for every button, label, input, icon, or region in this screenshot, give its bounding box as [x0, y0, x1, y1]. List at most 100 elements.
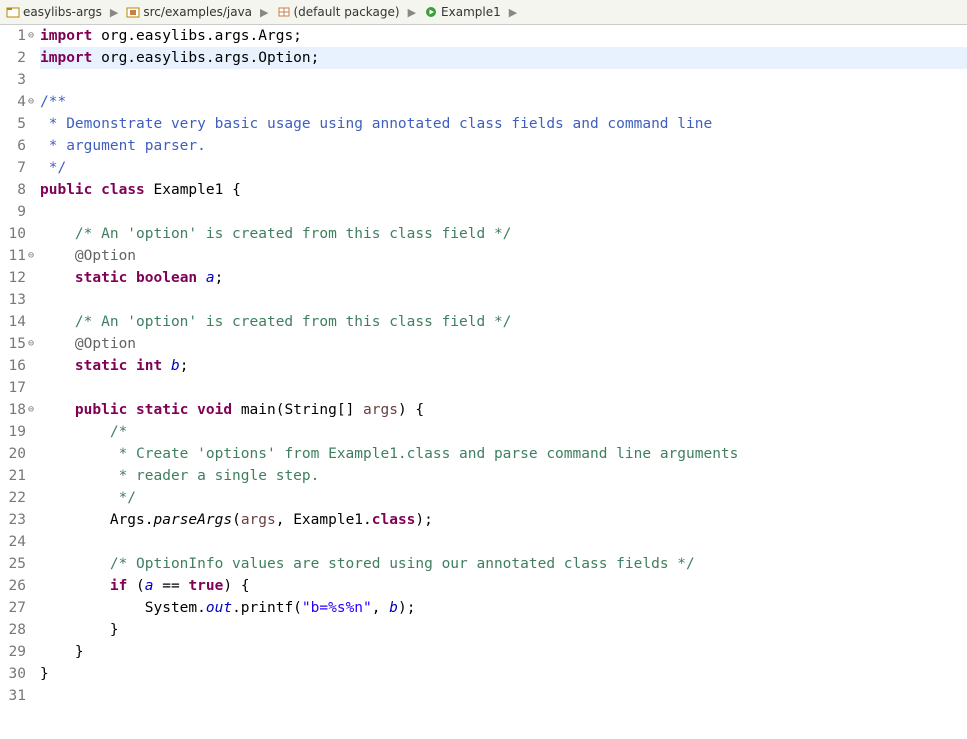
code-line[interactable]: static boolean a; — [40, 267, 967, 289]
code-line[interactable] — [40, 289, 967, 311]
breadcrumb-label: Example1 — [441, 5, 501, 19]
fold-toggle — [28, 47, 38, 69]
fold-toggle — [28, 465, 38, 487]
line-number: 31 — [0, 685, 28, 707]
class-run-icon — [424, 5, 438, 19]
fold-toggle — [28, 377, 38, 399]
code-line[interactable]: /* OptionInfo values are stored using ou… — [40, 553, 967, 575]
code-line[interactable]: @Option — [40, 245, 967, 267]
line-number: 21 — [0, 465, 28, 487]
line-number: 20 — [0, 443, 28, 465]
project-icon — [6, 5, 20, 19]
code-line[interactable]: public class Example1 { — [40, 179, 967, 201]
breadcrumb: easylibs-args ▶ src/examples/java ▶ (def… — [0, 0, 967, 25]
fold-toggle[interactable]: ⊖ — [28, 25, 38, 47]
fold-toggle — [28, 201, 38, 223]
line-number: 12 — [0, 267, 28, 289]
line-number: 9 — [0, 201, 28, 223]
code-line[interactable]: /* — [40, 421, 967, 443]
fold-toggle — [28, 69, 38, 91]
code-line[interactable]: * reader a single step. — [40, 465, 967, 487]
code-line[interactable]: System.out.printf("b=%s%n", b); — [40, 597, 967, 619]
code-line[interactable]: public static void main(String[] args) { — [40, 399, 967, 421]
fold-toggle — [28, 597, 38, 619]
code-line[interactable]: import org.easylibs.args.Option; — [40, 47, 967, 69]
line-number: 22 — [0, 487, 28, 509]
fold-toggle — [28, 157, 38, 179]
code-line[interactable] — [40, 69, 967, 91]
line-number: 28 — [0, 619, 28, 641]
line-number: 19 — [0, 421, 28, 443]
line-number: 5 — [0, 113, 28, 135]
breadcrumb-class[interactable]: Example1 — [424, 5, 501, 19]
line-number: 30 — [0, 663, 28, 685]
breadcrumb-label: easylibs-args — [23, 5, 102, 19]
breadcrumb-label: (default package) — [294, 5, 400, 19]
line-number: 15 — [0, 333, 28, 355]
line-number-gutter: 1234567891011121314151617181920212223242… — [0, 25, 28, 707]
code-line[interactable] — [40, 377, 967, 399]
src-folder-icon — [126, 5, 140, 19]
chevron-right-icon: ▶ — [404, 6, 420, 19]
line-number: 27 — [0, 597, 28, 619]
fold-toggle[interactable]: ⊖ — [28, 333, 38, 355]
fold-toggle — [28, 267, 38, 289]
line-number: 8 — [0, 179, 28, 201]
code-line[interactable]: } — [40, 641, 967, 663]
breadcrumb-src-folder[interactable]: src/examples/java — [126, 5, 252, 19]
code-line[interactable]: /** — [40, 91, 967, 113]
chevron-right-icon: ▶ — [256, 6, 272, 19]
fold-toggle — [28, 487, 38, 509]
line-number: 17 — [0, 377, 28, 399]
breadcrumb-label: src/examples/java — [143, 5, 252, 19]
code-line[interactable] — [40, 531, 967, 553]
chevron-right-icon: ▶ — [505, 6, 521, 19]
code-line[interactable]: * Create 'options' from Example1.class a… — [40, 443, 967, 465]
code-line[interactable]: @Option — [40, 333, 967, 355]
code-line[interactable]: } — [40, 663, 967, 685]
line-number: 3 — [0, 69, 28, 91]
chevron-right-icon: ▶ — [106, 6, 122, 19]
fold-toggle — [28, 509, 38, 531]
code-line[interactable]: */ — [40, 487, 967, 509]
fold-toggle[interactable]: ⊖ — [28, 245, 38, 267]
code-area[interactable]: import org.easylibs.args.Args;import org… — [38, 25, 967, 707]
code-editor[interactable]: 1234567891011121314151617181920212223242… — [0, 25, 967, 707]
fold-toggle[interactable]: ⊖ — [28, 399, 38, 421]
code-line[interactable] — [40, 201, 967, 223]
line-number: 1 — [0, 25, 28, 47]
code-line[interactable]: if (a == true) { — [40, 575, 967, 597]
line-number: 23 — [0, 509, 28, 531]
line-number: 11 — [0, 245, 28, 267]
fold-toggle[interactable]: ⊖ — [28, 91, 38, 113]
fold-toggle — [28, 531, 38, 553]
line-number: 14 — [0, 311, 28, 333]
line-number: 4 — [0, 91, 28, 113]
fold-toggle — [28, 135, 38, 157]
code-line[interactable]: } — [40, 619, 967, 641]
line-number: 7 — [0, 157, 28, 179]
code-line[interactable]: static int b; — [40, 355, 967, 377]
package-icon — [277, 5, 291, 19]
fold-toggle — [28, 663, 38, 685]
fold-toggle — [28, 289, 38, 311]
line-number: 6 — [0, 135, 28, 157]
code-line[interactable]: /* An 'option' is created from this clas… — [40, 223, 967, 245]
code-line[interactable]: * argument parser. — [40, 135, 967, 157]
line-number: 25 — [0, 553, 28, 575]
code-line[interactable] — [40, 685, 967, 707]
line-number: 16 — [0, 355, 28, 377]
code-line[interactable]: Args.parseArgs(args, Example1.class); — [40, 509, 967, 531]
fold-toggle — [28, 443, 38, 465]
code-line[interactable]: */ — [40, 157, 967, 179]
code-line[interactable]: * Demonstrate very basic usage using ann… — [40, 113, 967, 135]
line-number: 24 — [0, 531, 28, 553]
code-line[interactable]: /* An 'option' is created from this clas… — [40, 311, 967, 333]
breadcrumb-package[interactable]: (default package) — [277, 5, 400, 19]
breadcrumb-project[interactable]: easylibs-args — [6, 5, 102, 19]
fold-toggle — [28, 619, 38, 641]
fold-column[interactable]: ⊖ ⊖ ⊖ ⊖ ⊖ — [28, 25, 38, 707]
code-line[interactable]: import org.easylibs.args.Args; — [40, 25, 967, 47]
line-number: 26 — [0, 575, 28, 597]
fold-toggle — [28, 311, 38, 333]
